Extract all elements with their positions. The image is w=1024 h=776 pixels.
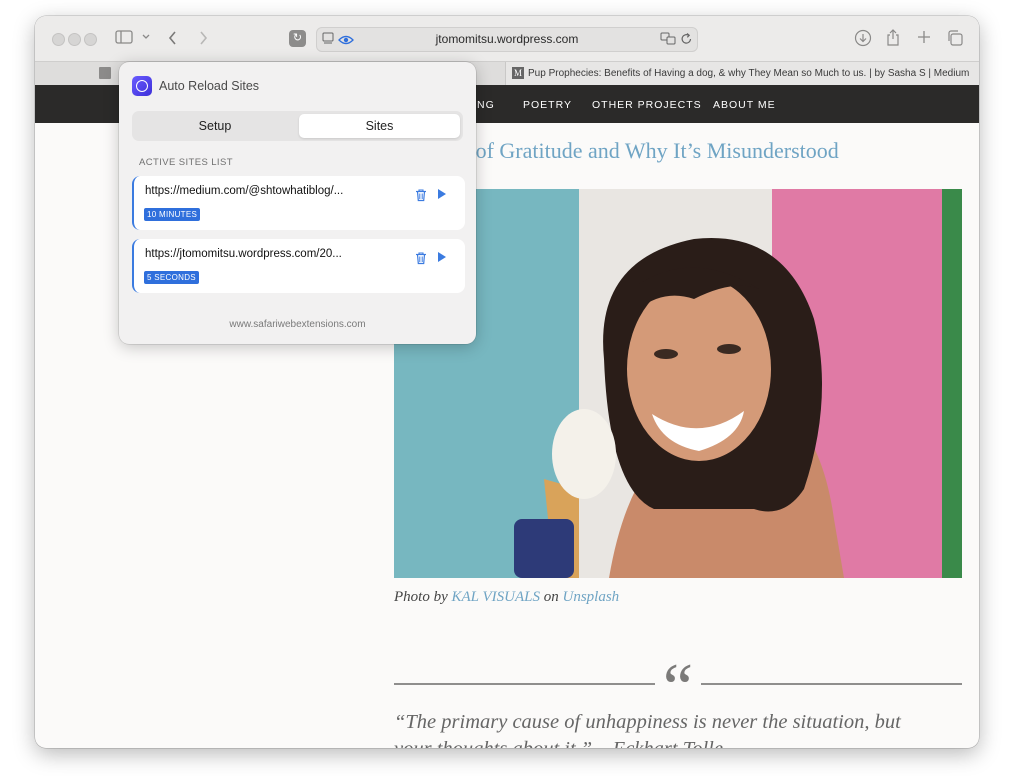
quote-mark-icon: “ <box>655 652 701 722</box>
photographer-link[interactable]: KAL VISUALS <box>452 589 540 605</box>
post-title[interactable]: er of Gratitude and Why It’s Misundersto… <box>453 138 839 164</box>
zoom-window-button[interactable] <box>84 33 97 46</box>
tab-setup[interactable]: Setup <box>135 114 295 138</box>
forward-icon[interactable] <box>197 29 209 52</box>
nav-item-about-me[interactable]: ABOUT ME <box>713 99 776 111</box>
sidebar-icon[interactable] <box>115 29 133 50</box>
minimize-window-button[interactable] <box>68 33 81 46</box>
popover-footer-link[interactable]: www.safariwebextensions.com <box>119 319 476 330</box>
auto-reload-popover: Auto Reload Sites Setup Sites ACTIVE SIT… <box>119 62 476 344</box>
site-url: https://medium.com/@shtowhatiblog/... <box>145 185 344 197</box>
tab-favicon[interactable] <box>99 67 111 79</box>
quote-line-2: your thoughts about it.” – Eckhart Tolle <box>394 738 723 748</box>
segmented-control: Setup Sites <box>132 111 463 141</box>
reload-extension-icon[interactable]: ↻ <box>289 30 306 47</box>
nav-item-poetry[interactable]: POETRY <box>523 99 572 111</box>
new-tab-icon[interactable] <box>916 29 932 50</box>
nav-item-other-projects[interactable]: OTHER PROJECTS <box>592 99 702 111</box>
unsplash-link[interactable]: Unsplash <box>562 589 619 605</box>
address-bar[interactable]: jtomomitsu.wordpress.com <box>316 27 698 52</box>
download-icon[interactable] <box>854 29 872 52</box>
caption-middle: on <box>539 589 563 605</box>
trash-icon[interactable] <box>414 251 428 265</box>
quote-line-1: “The primary cause of unhappiness is nev… <box>394 711 901 733</box>
share-icon[interactable] <box>885 28 901 52</box>
section-label: ACTIVE SITES LIST <box>139 157 233 168</box>
site-card[interactable]: https://jtomomitsu.wordpress.com/20... 5… <box>132 239 465 293</box>
popover-title: Auto Reload Sites <box>159 79 260 93</box>
back-icon[interactable] <box>167 29 179 52</box>
site-card[interactable]: https://medium.com/@shtowhatiblog/... 10… <box>132 176 465 230</box>
interval-badge: 10 MINUTES <box>144 208 201 221</box>
app-icon <box>132 76 152 96</box>
translate-icon[interactable] <box>660 32 676 50</box>
close-window-button[interactable] <box>52 33 65 46</box>
chevron-down-icon[interactable] <box>141 30 151 49</box>
reload-icon[interactable] <box>680 32 693 51</box>
site-url: https://jtomomitsu.wordpress.com/20... <box>145 248 342 260</box>
caption-prefix: Photo by <box>394 589 452 605</box>
browser-toolbar: ↻ jtomomitsu.wordpress.com <box>35 16 979 61</box>
nav-item-writing[interactable]: NG <box>477 99 495 111</box>
interval-badge: 5 SECONDS <box>144 271 199 284</box>
photo-caption: Photo by KAL VISUALS on Unsplash <box>394 589 619 606</box>
trash-icon[interactable] <box>414 188 428 202</box>
post-photo <box>394 189 962 578</box>
play-icon[interactable] <box>438 252 446 262</box>
tab-sites[interactable]: Sites <box>299 114 460 138</box>
medium-favicon: M <box>512 67 524 79</box>
address-text: jtomomitsu.wordpress.com <box>435 32 579 46</box>
play-icon[interactable] <box>438 189 446 199</box>
tabs-overview-icon[interactable] <box>946 29 964 52</box>
tab-medium[interactable]: M Pup Prophecies: Benefits of Having a d… <box>505 62 979 86</box>
tab-label: Pup Prophecies: Benefits of Having a dog… <box>528 68 970 79</box>
